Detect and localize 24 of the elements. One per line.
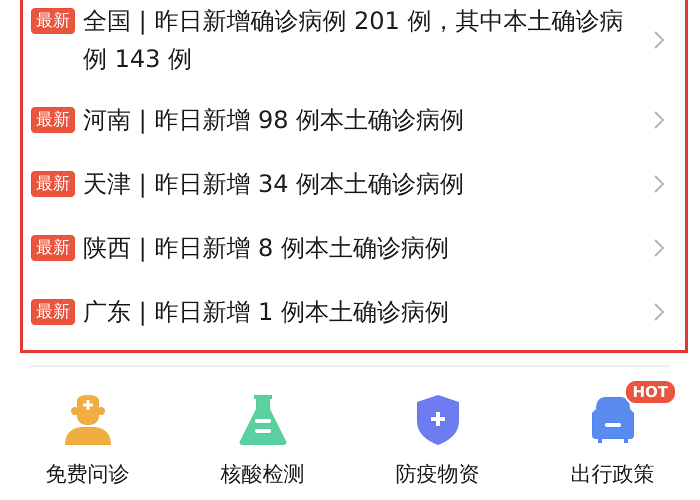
service-tile[interactable]: 核酸检测 <box>198 375 328 489</box>
hot-badge: HOT <box>624 379 678 405</box>
service-tile[interactable]: HOT 出行政策 <box>548 375 678 489</box>
chevron-right-icon <box>653 238 665 258</box>
chevron-right-icon <box>653 174 665 194</box>
service-label: 出行政策 <box>570 461 654 487</box>
service-label: 防疫物资 <box>396 461 480 487</box>
chevron-right-icon <box>653 110 665 130</box>
news-headline[interactable]: 全国 | 昨日新增确诊病例 201 例，其中本土确诊病例 143 例 <box>83 2 633 78</box>
new-badge: 最新 <box>31 8 75 34</box>
news-headline[interactable]: 陕西 | 昨日新增 8 例本土确诊病例 <box>83 229 633 267</box>
service-label: 核酸检测 <box>220 461 304 487</box>
service-tile[interactable]: 免费问诊 <box>22 375 152 489</box>
new-badge: 最新 <box>31 107 75 133</box>
chevron-right-icon <box>653 30 665 50</box>
service-tile[interactable]: 防疫物资 <box>372 375 502 489</box>
news-headline[interactable]: 河南 | 昨日新增 98 例本土确诊病例 <box>83 101 633 139</box>
service-label: 免费问诊 <box>46 461 130 487</box>
new-badge: 最新 <box>31 171 75 197</box>
new-badge: 最新 <box>31 235 75 261</box>
chevron-right-icon <box>653 302 665 322</box>
news-headline[interactable]: 天津 | 昨日新增 34 例本土确诊病例 <box>83 165 633 203</box>
news-headline[interactable]: 广东 | 昨日新增 1 例本土确诊病例 <box>83 293 633 331</box>
new-badge: 最新 <box>31 299 75 325</box>
